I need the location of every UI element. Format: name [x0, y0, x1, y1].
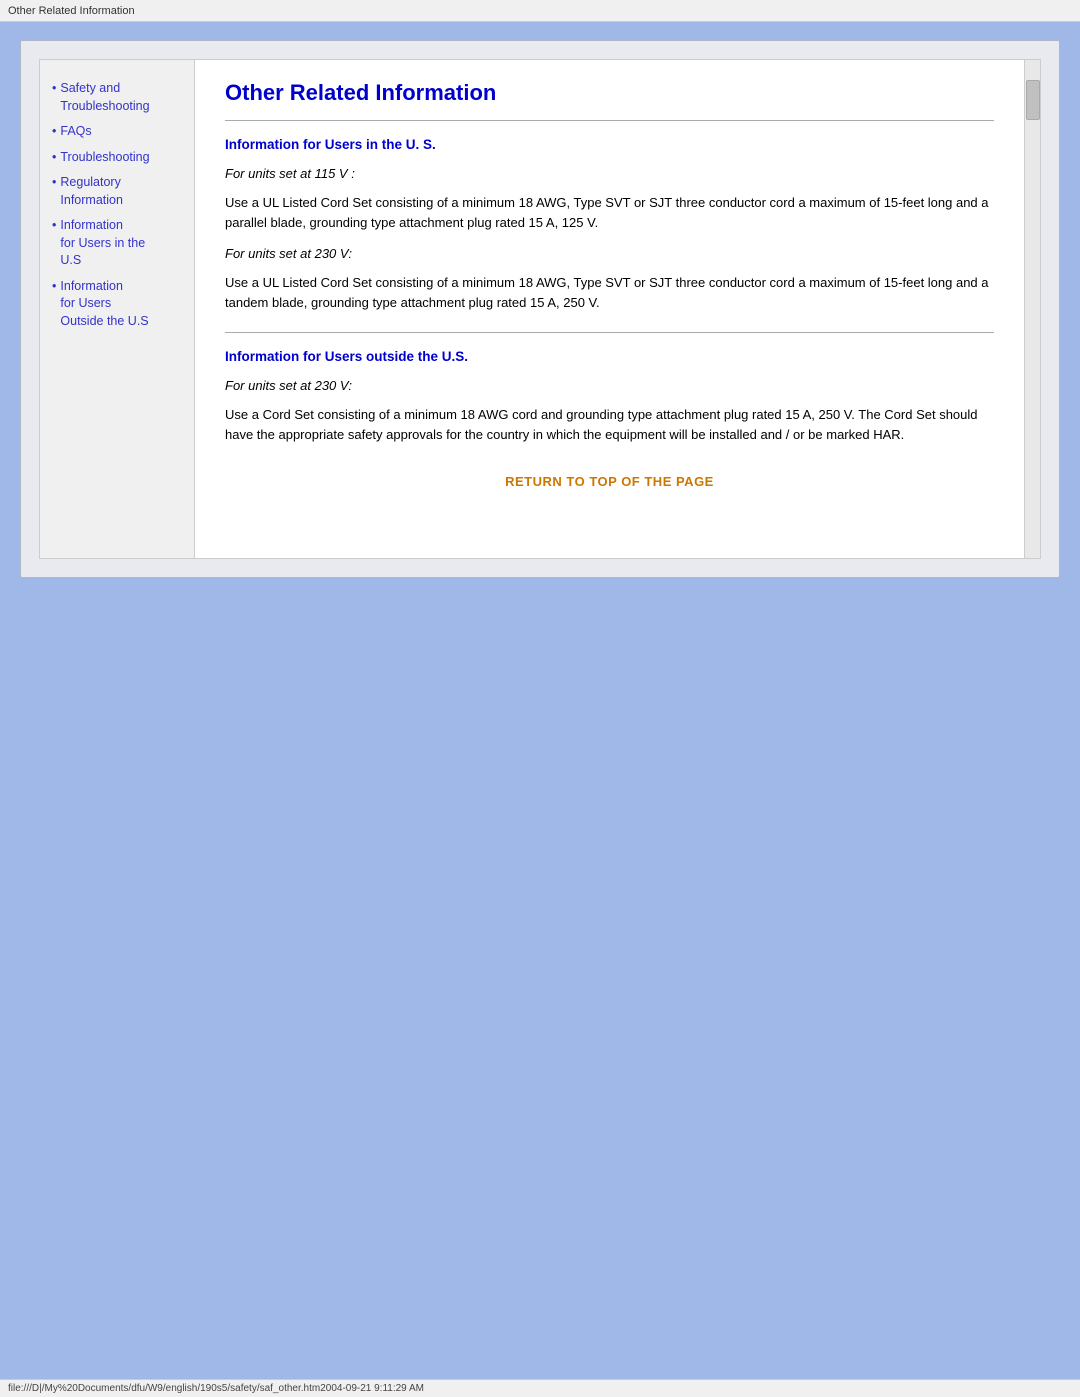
sidebar-item-faqs: • FAQs [52, 123, 186, 141]
sidebar-bullet-safety: • [52, 81, 56, 95]
sidebar-item-info-outside: • Information for Users Outside the U.S [52, 278, 186, 331]
browser-outer: • Safety and Troubleshooting • FAQs • Tr… [20, 40, 1060, 578]
sidebar-item-troubleshooting: • Troubleshooting [52, 149, 186, 167]
scrollbar-thumb[interactable] [1026, 80, 1040, 120]
main-content: Other Related Information Information fo… [195, 60, 1024, 558]
section1-sub2-label: For units set at 230 V: [225, 246, 994, 261]
sidebar-link-safety-troubleshooting[interactable]: Safety and Troubleshooting [60, 80, 149, 115]
sidebar-bullet-faqs: • [52, 124, 56, 138]
section1-sub1-label: For units set at 115 V : [225, 166, 994, 181]
section-divider-1 [225, 120, 994, 121]
sidebar-item-info-us: • Information for Users in the U.S [52, 217, 186, 270]
sidebar-link-faqs[interactable]: FAQs [60, 123, 91, 141]
sidebar-bullet-regulatory: • [52, 175, 56, 189]
status-bar: file:///D|/My%20Documents/dfu/W9/english… [0, 1379, 1080, 1397]
sidebar-bullet-troubleshooting: • [52, 150, 56, 164]
section2-sub1-body: Use a Cord Set consisting of a minimum 1… [225, 405, 994, 444]
sidebar-link-regulatory[interactable]: Regulatory Information [60, 174, 123, 209]
status-bar-text: file:///D|/My%20Documents/dfu/W9/english… [8, 1383, 424, 1394]
sidebar: • Safety and Troubleshooting • FAQs • Tr… [40, 60, 195, 558]
return-to-top-link[interactable]: RETURN TO TOP OF THE PAGE [225, 474, 994, 489]
title-bar: Other Related Information [0, 0, 1080, 22]
section2-heading: Information for Users outside the U.S. [225, 349, 994, 364]
sidebar-item-regulatory: • Regulatory Information [52, 174, 186, 209]
page-title: Other Related Information [225, 80, 994, 106]
section2-sub1-label: For units set at 230 V: [225, 378, 994, 393]
sidebar-item-safety: • Safety and Troubleshooting [52, 80, 186, 115]
title-bar-text: Other Related Information [8, 5, 135, 17]
sidebar-link-troubleshooting[interactable]: Troubleshooting [60, 149, 149, 167]
page-container: • Safety and Troubleshooting • FAQs • Tr… [39, 59, 1041, 559]
sidebar-link-info-outside[interactable]: Information for Users Outside the U.S [60, 278, 148, 331]
section1-heading: Information for Users in the U. S. [225, 137, 994, 152]
scrollbar[interactable] [1024, 60, 1040, 558]
sidebar-link-info-us[interactable]: Information for Users in the U.S [60, 217, 145, 270]
section-divider-2 [225, 332, 994, 333]
section1-sub1-body: Use a UL Listed Cord Set consisting of a… [225, 193, 994, 232]
section1-sub2-body: Use a UL Listed Cord Set consisting of a… [225, 273, 994, 312]
sidebar-bullet-info-us: • [52, 218, 56, 232]
sidebar-bullet-info-outside: • [52, 279, 56, 293]
